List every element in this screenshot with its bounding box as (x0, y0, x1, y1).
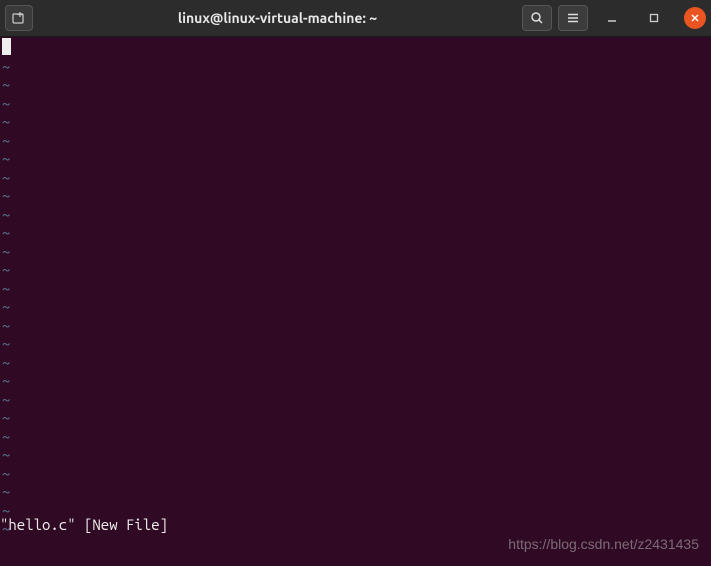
tilde-container: ~~~~~~~~~~~~~~~~~~~~~~~~~~ (2, 56, 711, 539)
tilde-line: ~ (2, 298, 711, 317)
maximize-icon (648, 12, 660, 24)
tilde-line: ~ (2, 206, 711, 225)
tilde-line: ~ (2, 76, 711, 95)
tilde-line: ~ (2, 187, 711, 206)
tilde-line: ~ (2, 169, 711, 188)
tilde-line: ~ (2, 335, 711, 354)
search-icon (530, 11, 544, 25)
tilde-line: ~ (2, 409, 711, 428)
tilde-line: ~ (2, 354, 711, 373)
window-title: linux@linux-virtual-machine: ~ (33, 10, 522, 26)
close-icon (690, 13, 700, 23)
titlebar-left (5, 5, 33, 31)
close-button[interactable] (684, 7, 706, 29)
minimize-button[interactable] (600, 6, 624, 30)
tilde-line: ~ (2, 243, 711, 262)
tilde-line: ~ (2, 446, 711, 465)
tilde-line: ~ (2, 150, 711, 169)
watermark-text: https://blog.csdn.net/z2431435 (508, 536, 699, 552)
tilde-line: ~ (2, 428, 711, 447)
titlebar-right (522, 5, 706, 31)
tilde-line: ~ (2, 132, 711, 151)
maximize-button[interactable] (642, 6, 666, 30)
menu-button[interactable] (558, 5, 588, 31)
cursor-block (2, 38, 11, 55)
cursor-line (2, 37, 711, 56)
tilde-line: ~ (2, 465, 711, 484)
tilde-line: ~ (2, 113, 711, 132)
tilde-line: ~ (2, 58, 711, 77)
tilde-line: ~ (2, 224, 711, 243)
tilde-line: ~ (2, 317, 711, 336)
tilde-line: ~ (2, 372, 711, 391)
tilde-line: ~ (2, 261, 711, 280)
search-button[interactable] (522, 5, 552, 31)
terminal-body[interactable]: ~~~~~~~~~~~~~~~~~~~~~~~~~~ "hello.c" [Ne… (0, 37, 711, 547)
vim-status-line: "hello.c" [New File] (0, 516, 168, 535)
minimize-icon (606, 12, 618, 24)
tilde-line: ~ (2, 95, 711, 114)
new-tab-icon (11, 10, 27, 26)
window-titlebar: linux@linux-virtual-machine: ~ (0, 0, 711, 37)
new-tab-button[interactable] (5, 5, 33, 31)
tilde-line: ~ (2, 391, 711, 410)
tilde-line: ~ (2, 483, 711, 502)
hamburger-icon (566, 11, 580, 25)
tilde-line: ~ (2, 280, 711, 299)
